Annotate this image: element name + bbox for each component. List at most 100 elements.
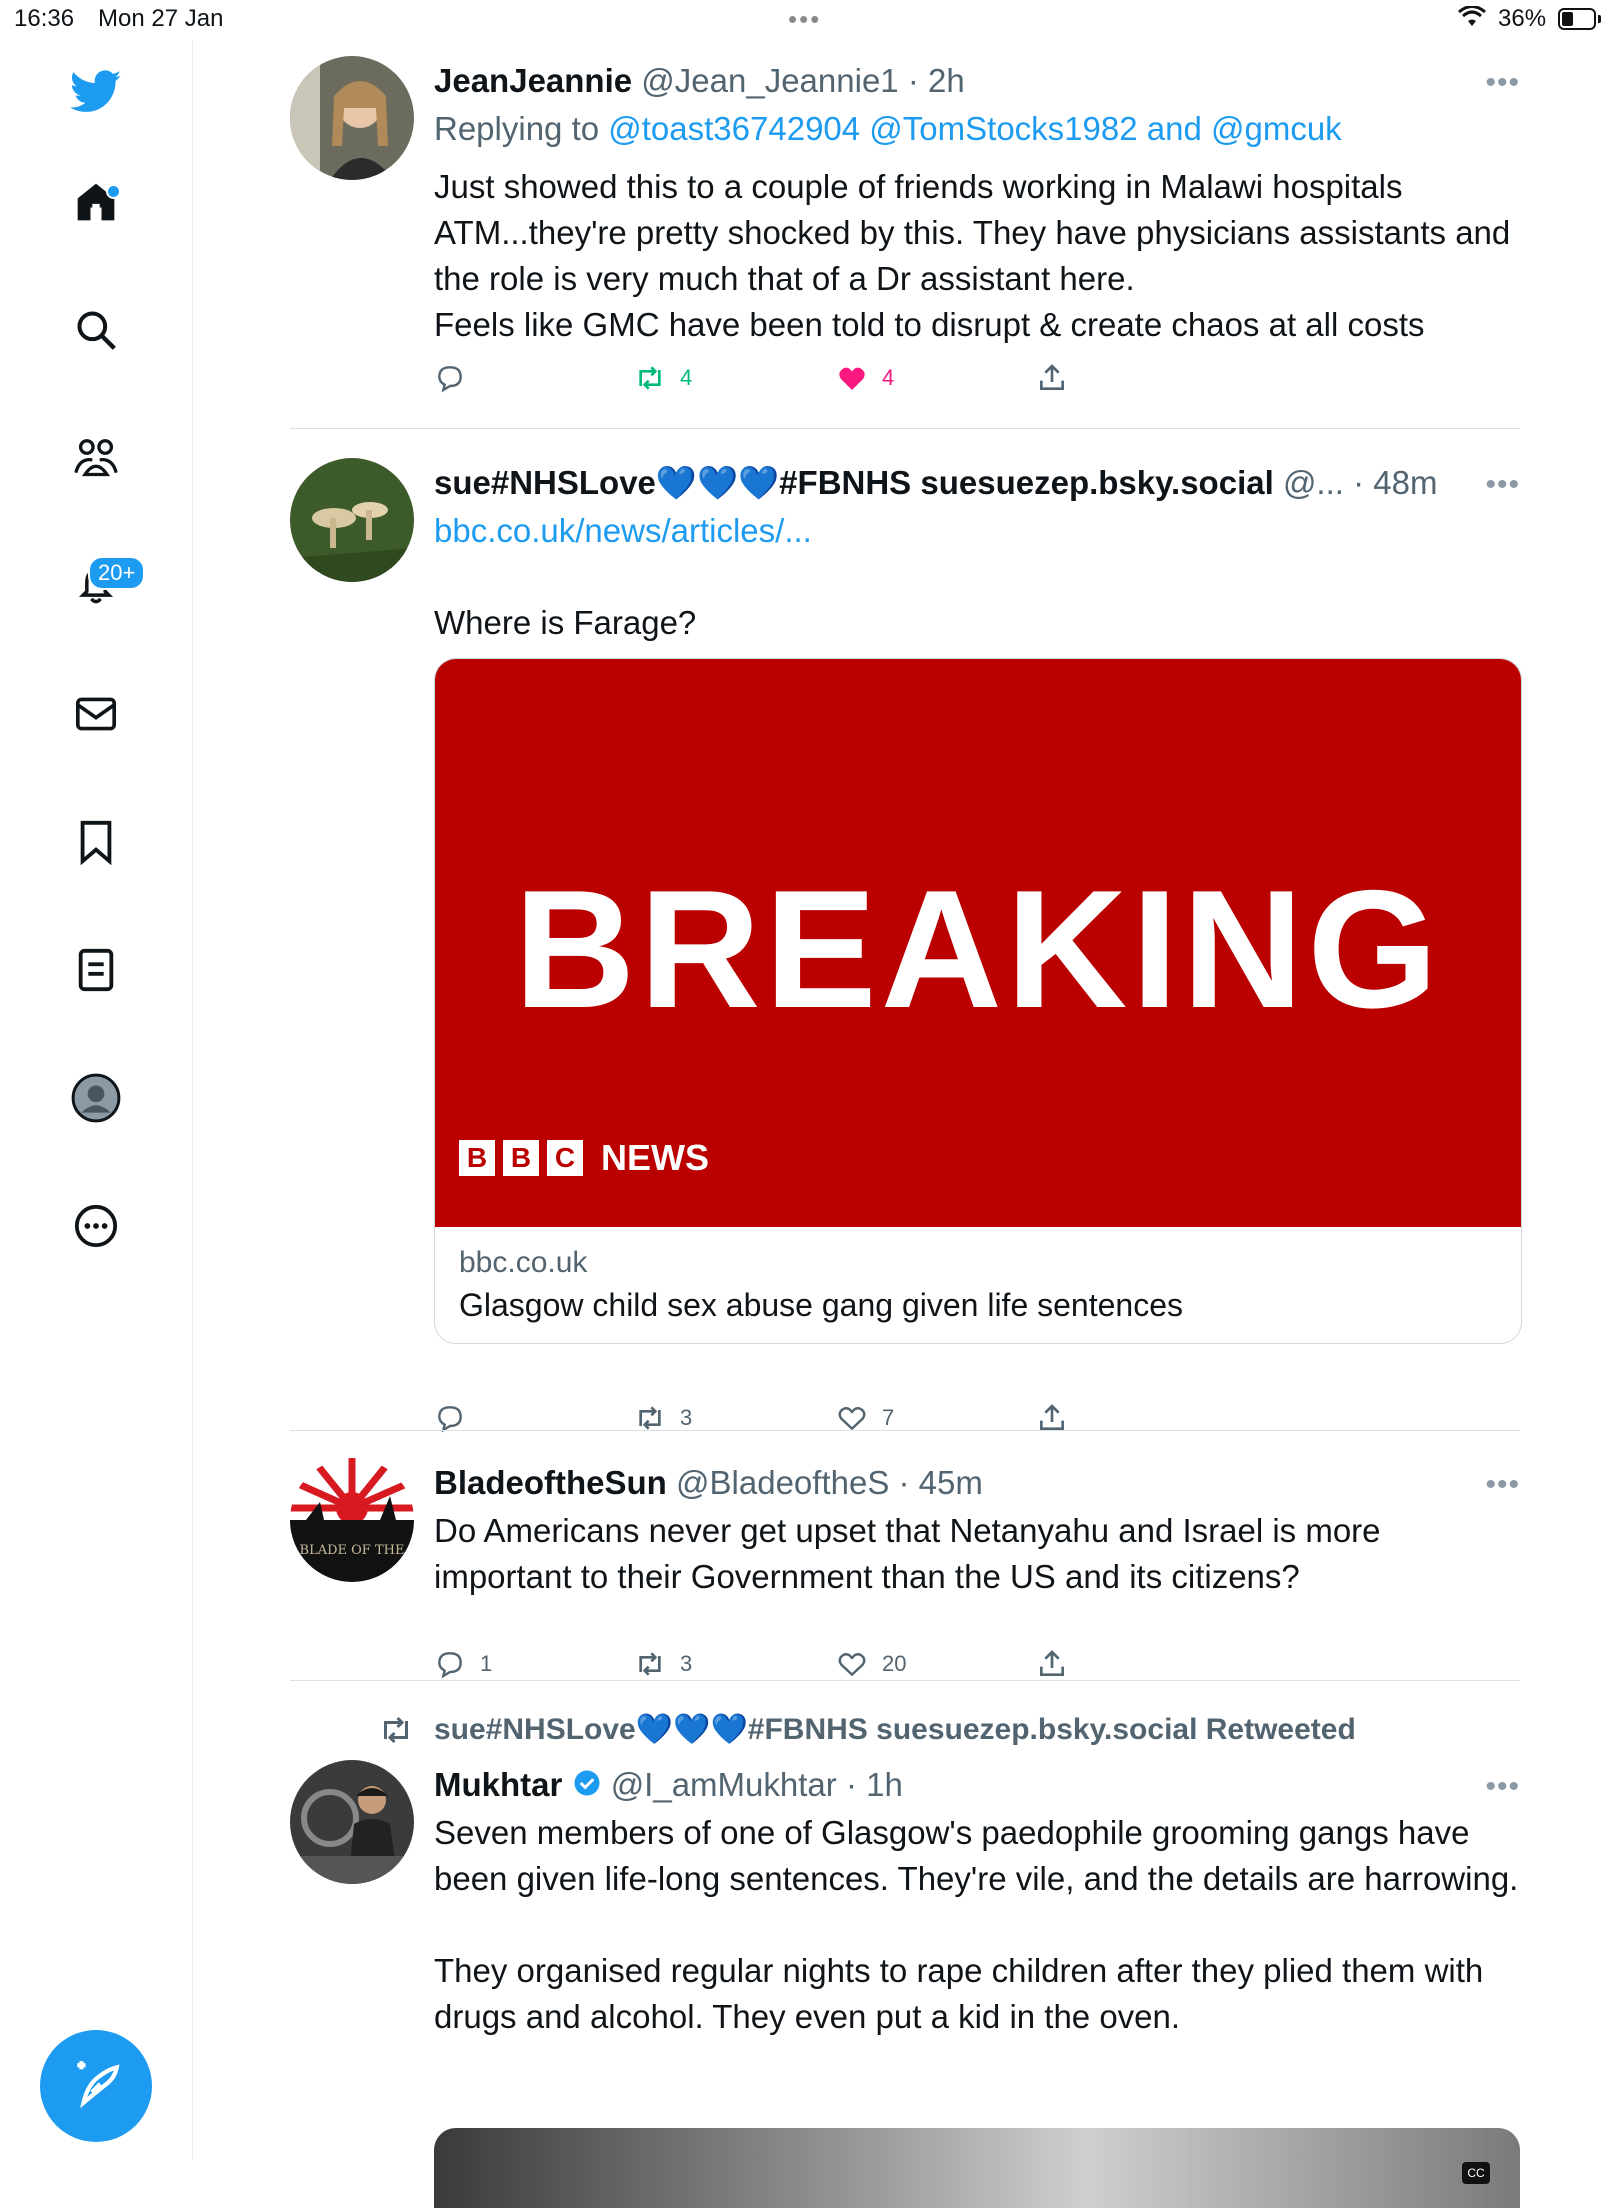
nav-notifications[interactable]: 20+ (64, 556, 146, 620)
share-icon (1040, 364, 1064, 390)
like-button[interactable]: 4 (836, 362, 894, 394)
tweet-actions: 1 3 20 (434, 1648, 1520, 1688)
retweet-count: 3 (680, 1405, 693, 1430)
retweet-count: 4 (680, 365, 693, 390)
avatar[interactable] (290, 1760, 414, 1884)
bookmark-icon (76, 819, 116, 870)
battery-icon (1558, 8, 1601, 30)
retweeted-by-line[interactable]: sue#NHSLove💙💙💙#FBNHS suesuezep.bsky.soci… (434, 1712, 1356, 1747)
tweet-link-line: bbc.co.uk/news/articles/... (434, 508, 1520, 554)
status-time: 16:36 (14, 5, 75, 32)
link-card[interactable]: BREAKING B B C NEWS bbc.co.uk Glasgow ch… (434, 658, 1522, 1344)
retweet-button[interactable]: 3 (634, 1648, 692, 1680)
compose-icon (71, 2059, 121, 2114)
tweet-actions: 4 4 (434, 362, 1520, 402)
tweet-text: Just showed this to a couple of friends … (434, 168, 1511, 343)
retweet-button[interactable]: 4 (634, 362, 692, 394)
avatar[interactable] (290, 458, 414, 582)
tweet-text: Seven members of one of Glasgow's paedop… (434, 1814, 1519, 2035)
sidebar: 20+ (0, 40, 193, 2160)
tweet-time[interactable]: · 45m (899, 1464, 983, 1501)
nav-lists[interactable] (64, 940, 128, 1004)
reply-count: 1 (480, 1651, 493, 1676)
wifi-icon (1458, 5, 1486, 35)
captions-button[interactable]: CC (1462, 2162, 1490, 2184)
communities-icon (71, 436, 121, 485)
more-options-icon[interactable]: ••• (1485, 1468, 1520, 1502)
status-bar: 16:36 Mon 27 Jan ••• 36% (0, 0, 1620, 40)
tweet-divider (290, 1430, 1520, 1431)
nav-home[interactable] (64, 172, 128, 236)
avatar-lettering: BLADE OF THE (300, 1543, 405, 1558)
author-handle[interactable]: @Jean_Jeannie1 (641, 62, 898, 99)
bbc-news-logo: B B C NEWS (459, 1137, 709, 1179)
battery-percent: 36% (1498, 5, 1547, 32)
retweet-icon (639, 1652, 661, 1676)
more-circle-icon (73, 1203, 119, 1254)
mail-icon (74, 694, 118, 739)
retweeted-icon (378, 1712, 414, 1753)
tweet-text: Where is Farage? (434, 604, 697, 641)
multitask-dots-icon[interactable]: ••• (788, 4, 821, 35)
author-handle[interactable]: @BladeoftheS (676, 1464, 889, 1501)
tweet-divider (290, 428, 1520, 429)
reply-icon (438, 1652, 462, 1679)
share-icon (1040, 1650, 1064, 1676)
reply-button[interactable]: 1 (434, 1648, 492, 1680)
author-handle[interactable]: @... (1283, 464, 1344, 501)
nav-more[interactable] (64, 1196, 128, 1260)
card-image: BREAKING B B C NEWS (435, 659, 1521, 1227)
card-domain: bbc.co.uk (459, 1246, 588, 1279)
share-button[interactable] (1036, 362, 1068, 394)
card-title: Glasgow child sex abuse gang given life … (459, 1287, 1183, 1323)
search-icon (74, 308, 118, 357)
like-button[interactable]: 20 (836, 1648, 906, 1680)
replying-to-users[interactable]: @toast36742904 @TomStocks1982 and @gmcuk (608, 110, 1341, 147)
tweet-time[interactable]: · 48m (1353, 464, 1437, 501)
nav-communities[interactable] (64, 428, 128, 492)
nav-bookmarks[interactable] (64, 812, 128, 876)
tweet-actions: 3 7 (434, 1402, 1520, 1442)
reply-icon (438, 366, 462, 393)
more-options-icon[interactable]: ••• (1485, 1770, 1520, 1804)
heart-icon (838, 1653, 866, 1677)
more-options-icon[interactable]: ••• (1485, 468, 1520, 502)
like-count: 7 (882, 1405, 895, 1430)
retweet-count: 3 (680, 1651, 693, 1676)
tweet-time[interactable]: · 2h (908, 62, 965, 99)
author-handle[interactable]: @I_amMukhtar (611, 1766, 837, 1803)
author-name[interactable]: Mukhtar (434, 1766, 562, 1803)
status-date: Mon 27 Jan (98, 5, 224, 32)
share-button[interactable] (1036, 1648, 1068, 1680)
verified-badge-icon (572, 1762, 602, 1812)
like-count: 4 (882, 365, 895, 390)
nav-profile[interactable] (64, 1068, 128, 1132)
like-count: 20 (882, 1651, 907, 1676)
avatar[interactable]: BLADE OF THE (290, 1458, 414, 1582)
profile-icon (71, 1073, 121, 1128)
avatar[interactable] (290, 56, 414, 180)
card-image-headline: BREAKING (513, 855, 1443, 1043)
tweet-media[interactable]: CC (434, 2128, 1520, 2208)
tweet-time[interactable]: · 1h (846, 1766, 903, 1803)
retweet-icon (639, 366, 661, 390)
home-unread-dot (106, 184, 121, 199)
reply-button[interactable] (434, 362, 480, 394)
more-options-icon[interactable]: ••• (1485, 66, 1520, 100)
tweet-text: Do Americans never get upset that Netany… (434, 1512, 1390, 1595)
tweet-link[interactable]: bbc.co.uk/news/articles/... (434, 512, 812, 549)
twitter-logo-icon[interactable] (64, 60, 128, 124)
author-name[interactable]: sue#NHSLove💙💙💙#FBNHS suesuezep.bsky.soci… (434, 464, 1274, 501)
list-icon (76, 947, 116, 998)
compose-tweet-button[interactable] (40, 2030, 152, 2142)
replying-prefix: Replying to (434, 110, 609, 147)
notifications-badge: 20+ (88, 556, 146, 590)
nav-messages[interactable] (64, 684, 128, 748)
author-name[interactable]: JeanJeannie (434, 62, 632, 99)
replying-to-line: Replying to @toast36742904 @TomStocks198… (434, 106, 1520, 152)
author-name[interactable]: BladeoftheSun (434, 1464, 667, 1501)
tweet-divider (290, 1680, 1520, 1681)
nav-search[interactable] (64, 300, 128, 364)
heart-filled-icon (839, 367, 865, 390)
card-meta: bbc.co.uk Glasgow child sex abuse gang g… (435, 1227, 1521, 1343)
